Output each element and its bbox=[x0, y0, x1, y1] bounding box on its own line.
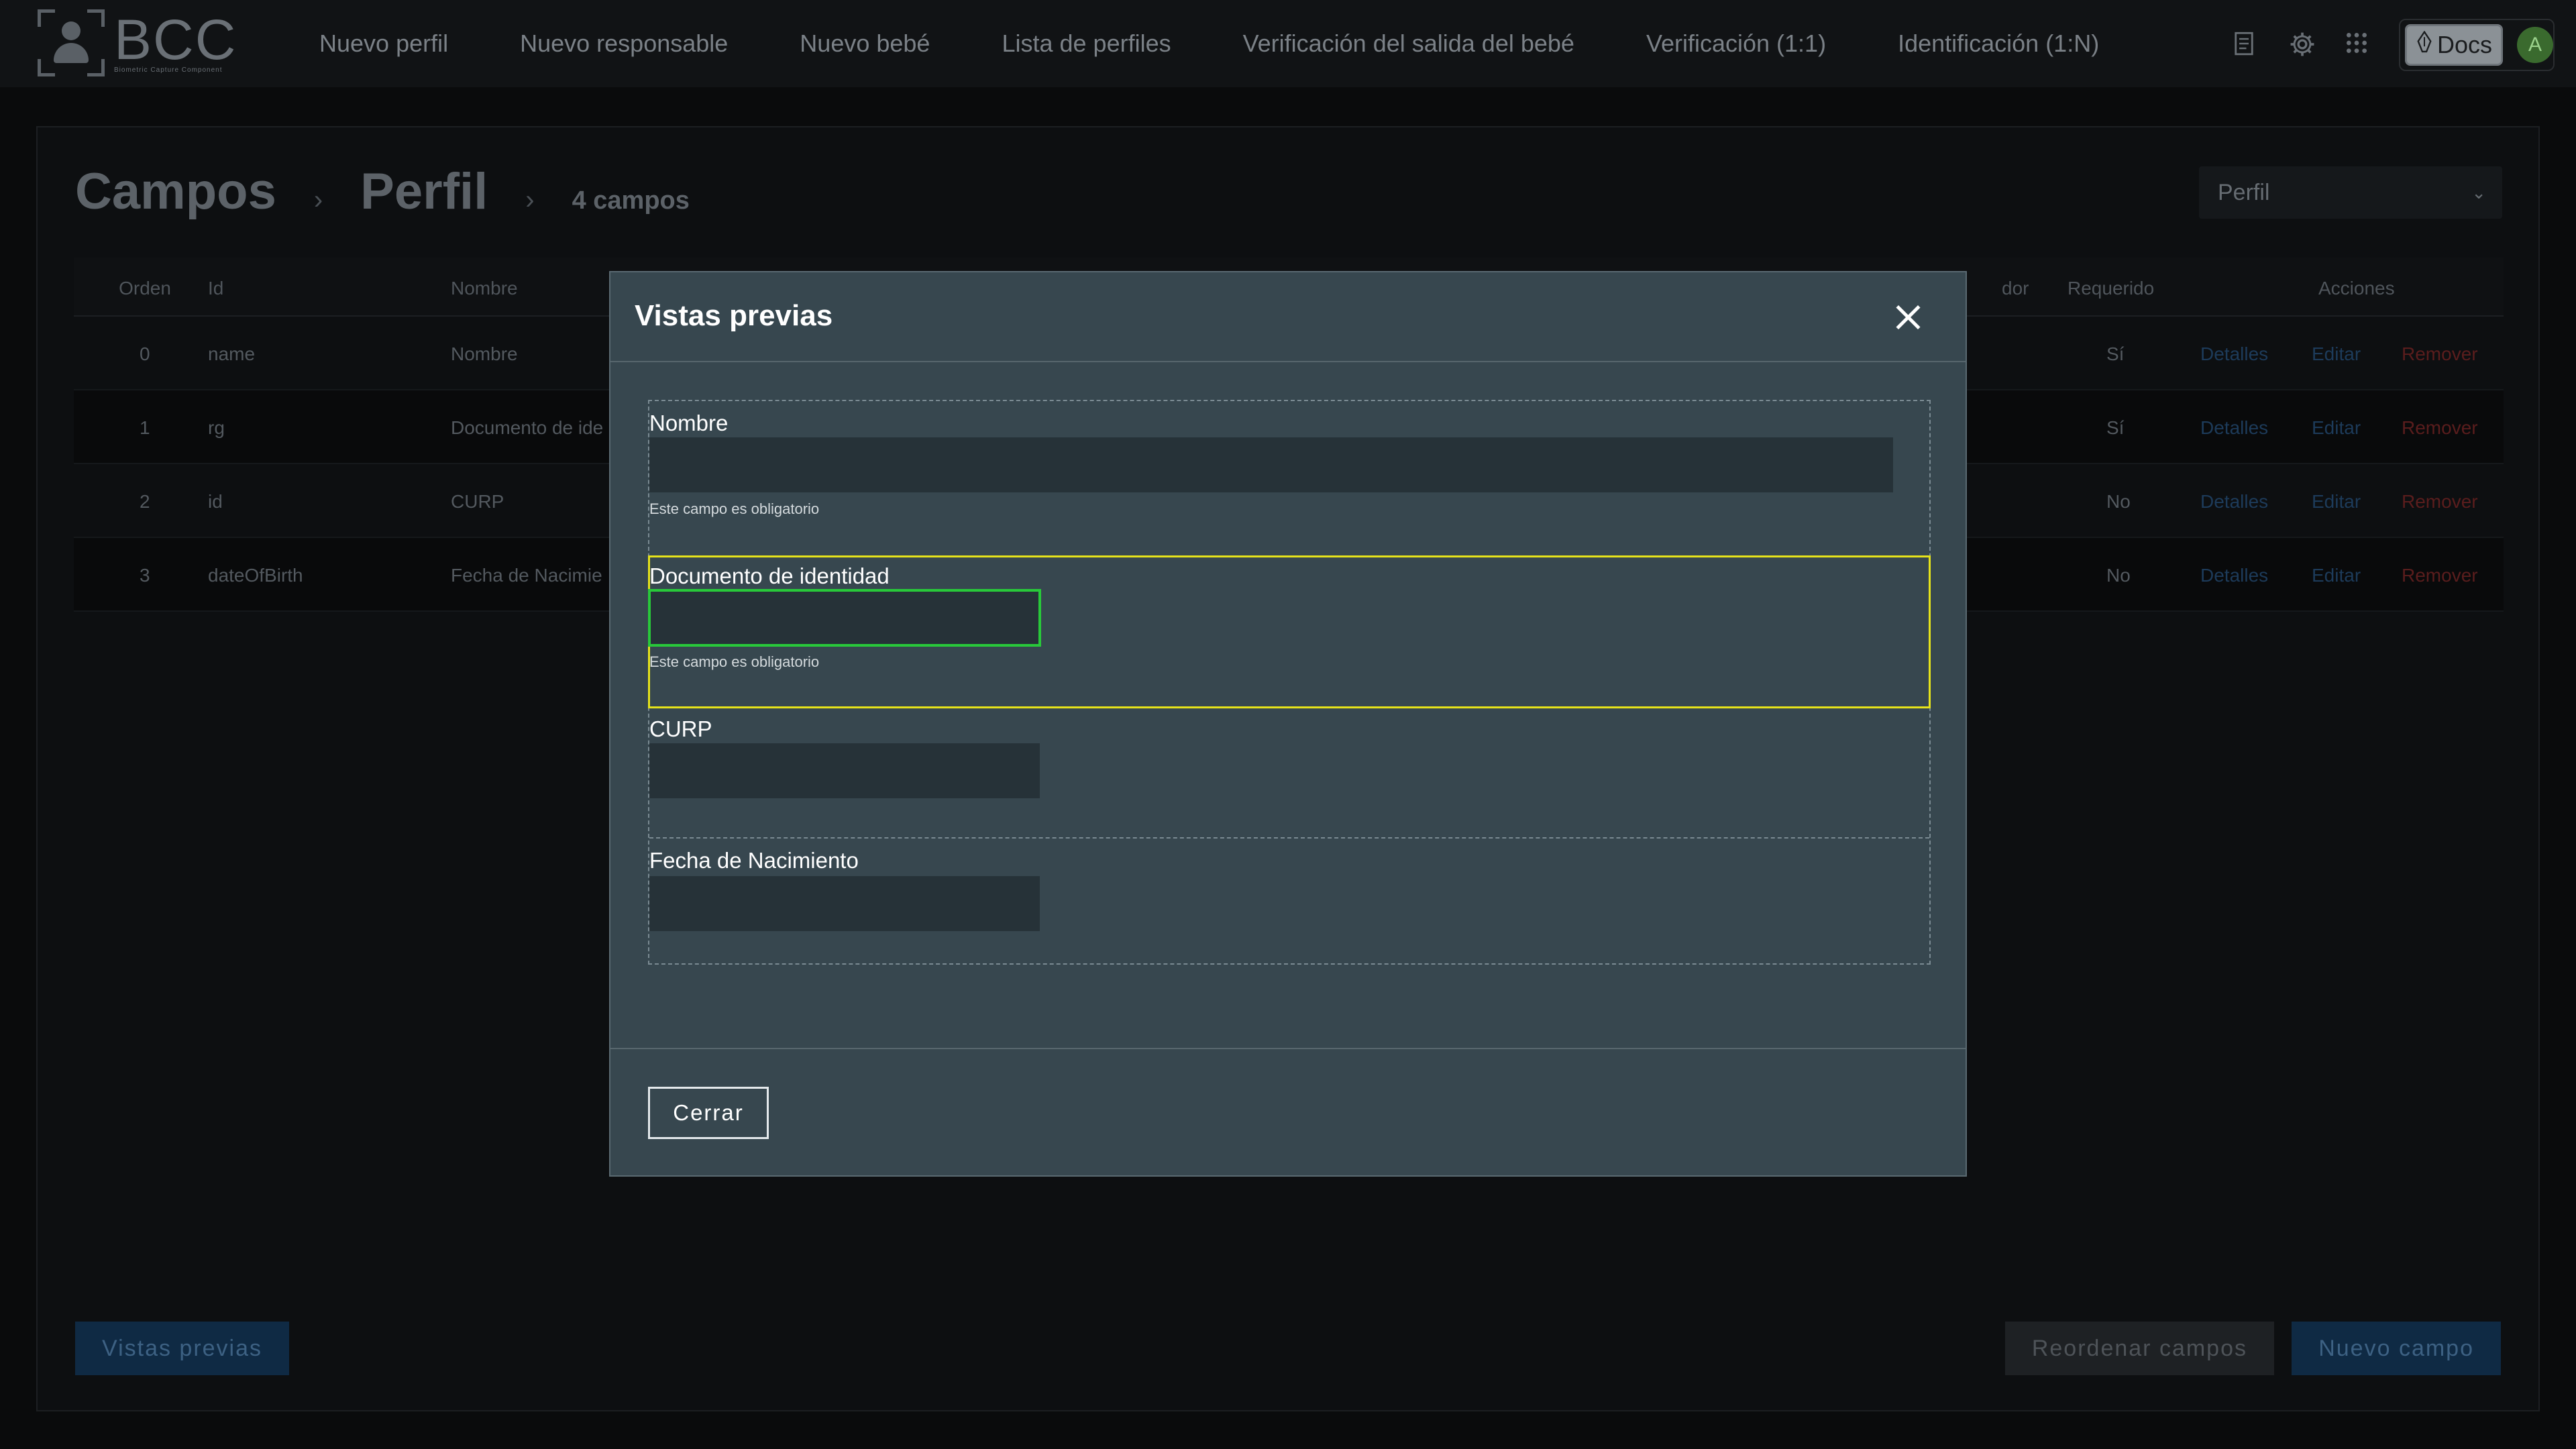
nav-item-lista-perfiles[interactable]: Lista de perfiles bbox=[1002, 30, 1171, 58]
fecha-nacimiento-input[interactable] bbox=[649, 876, 1040, 931]
remove-link[interactable]: Remover bbox=[2402, 491, 2478, 513]
reorder-fields-button[interactable]: Reordenar campos bbox=[2004, 1322, 2274, 1375]
breadcrumb-campos[interactable]: Campos bbox=[75, 162, 276, 221]
field-label: Nombre bbox=[649, 411, 729, 435]
column-header-orden: Orden bbox=[119, 278, 171, 299]
gear-icon[interactable] bbox=[2288, 30, 2316, 58]
main-nav: Nuevo perfil Nuevo responsable Nuevo beb… bbox=[319, 0, 2099, 87]
cell-orden: 3 bbox=[140, 565, 150, 586]
docs-label: Docs bbox=[2436, 31, 2493, 58]
nav-item-verificacion-1-1[interactable]: Verificación (1:1) bbox=[1646, 30, 1826, 58]
field-documento-identidad: Documento de identidad Este campo es obl… bbox=[648, 555, 1929, 708]
edit-link[interactable]: Editar bbox=[2312, 417, 2361, 439]
nav-item-nuevo-responsable[interactable]: Nuevo responsable bbox=[520, 30, 728, 58]
nav-item-nuevo-perfil[interactable]: Nuevo perfil bbox=[319, 30, 448, 58]
top-navbar: BCC Biometric Capture Component Nuevo pe… bbox=[0, 0, 2576, 87]
details-link[interactable]: Detalles bbox=[2200, 565, 2268, 586]
pen-nib-icon bbox=[2416, 30, 2433, 60]
nav-item-identificacion-1-n[interactable]: Identificación (1:N) bbox=[1898, 30, 2099, 58]
field-label: Documento de identidad bbox=[649, 564, 890, 588]
edit-link[interactable]: Editar bbox=[2312, 343, 2361, 365]
breadcrumb: Campos › Perfil › 4 campos bbox=[75, 162, 690, 221]
remove-link[interactable]: Remover bbox=[2402, 343, 2478, 365]
preview-modal: Vistas previas Nombre Este campo es obli… bbox=[609, 271, 1967, 1177]
column-header-acciones: Acciones bbox=[2318, 278, 2395, 299]
cell-requerido: No bbox=[2106, 565, 2131, 586]
cell-id: rg bbox=[208, 417, 225, 438]
remove-link[interactable]: Remover bbox=[2402, 417, 2478, 439]
app-logo[interactable]: BCC Biometric Capture Component bbox=[38, 7, 239, 76]
field-curp: CURP bbox=[649, 708, 1929, 839]
nombre-input[interactable] bbox=[649, 437, 1893, 492]
details-link[interactable]: Detalles bbox=[2200, 491, 2268, 513]
nav-item-verificacion-salida[interactable]: Verificación del salida del bebé bbox=[1243, 30, 1574, 58]
field-label: CURP bbox=[649, 716, 712, 741]
chevron-down-icon: ⌄ bbox=[2471, 182, 2486, 203]
preview-button[interactable]: Vistas previas bbox=[75, 1322, 290, 1375]
curp-input[interactable] bbox=[649, 743, 1040, 798]
profile-select-value: Perfil bbox=[2218, 180, 2270, 205]
nav-item-nuevo-bebe[interactable]: Nuevo bebé bbox=[800, 30, 930, 58]
field-hint: Este campo es obligatorio bbox=[649, 653, 820, 670]
modal-footer-divider bbox=[610, 1048, 1966, 1049]
chevron-right-icon: › bbox=[313, 185, 323, 215]
document-icon[interactable] bbox=[2230, 30, 2258, 58]
profile-select[interactable]: Perfil ⌄ bbox=[2199, 166, 2502, 219]
field-fecha-nacimiento: Fecha de Nacimiento bbox=[649, 839, 1929, 966]
edit-link[interactable]: Editar bbox=[2312, 491, 2361, 513]
apps-grid-icon[interactable] bbox=[2343, 30, 2371, 58]
cell-requerido: Sí bbox=[2106, 417, 2125, 438]
cell-orden: 1 bbox=[140, 417, 150, 438]
cell-nombre: CURP bbox=[451, 491, 504, 512]
breadcrumb-perfil[interactable]: Perfil bbox=[360, 162, 488, 221]
form-preview: Nombre Este campo es obligatorio Documen… bbox=[648, 400, 1931, 965]
new-field-button[interactable]: Nuevo campo bbox=[2292, 1322, 2501, 1375]
documento-input[interactable] bbox=[648, 589, 1041, 647]
column-header-nombre: Nombre bbox=[451, 278, 518, 299]
logo-subtitle: Biometric Capture Component bbox=[114, 66, 223, 74]
modal-header: Vistas previas bbox=[610, 272, 1966, 362]
remove-link[interactable]: Remover bbox=[2402, 565, 2478, 586]
cell-id: id bbox=[208, 491, 223, 512]
breadcrumb-count: 4 campos bbox=[572, 186, 690, 215]
close-icon[interactable] bbox=[1892, 301, 1925, 334]
column-header-id: Id bbox=[208, 278, 224, 299]
field-label: Fecha de Nacimiento bbox=[649, 848, 859, 873]
column-header-requerido: Requerido bbox=[2068, 278, 2155, 299]
cell-nombre: Fecha de Nacimie bbox=[451, 565, 602, 586]
cell-requerido: No bbox=[2106, 491, 2131, 512]
cerrar-button[interactable]: Cerrar bbox=[648, 1087, 769, 1139]
cell-nombre: Nombre bbox=[451, 343, 518, 364]
cell-orden: 2 bbox=[140, 491, 150, 512]
logo-icon bbox=[38, 9, 105, 76]
details-link[interactable]: Detalles bbox=[2200, 343, 2268, 365]
column-header-partial: dor bbox=[2002, 278, 2029, 299]
field-nombre: Nombre Este campo es obligatorio bbox=[649, 401, 1929, 555]
logo-text: BCC bbox=[114, 7, 237, 71]
modal-title: Vistas previas bbox=[635, 299, 833, 332]
details-link[interactable]: Detalles bbox=[2200, 417, 2268, 439]
field-hint: Este campo es obligatorio bbox=[649, 500, 820, 517]
avatar[interactable]: A bbox=[2517, 27, 2553, 63]
cell-id: name bbox=[208, 343, 256, 364]
edit-link[interactable]: Editar bbox=[2312, 565, 2361, 586]
cell-requerido: Sí bbox=[2106, 343, 2125, 364]
cell-nombre: Documento de ide bbox=[451, 417, 604, 438]
chevron-right-icon: › bbox=[525, 185, 535, 215]
cell-orden: 0 bbox=[140, 343, 150, 364]
cell-id: dateOfBirth bbox=[208, 565, 303, 586]
docs-button[interactable]: Docs bbox=[2405, 24, 2503, 66]
